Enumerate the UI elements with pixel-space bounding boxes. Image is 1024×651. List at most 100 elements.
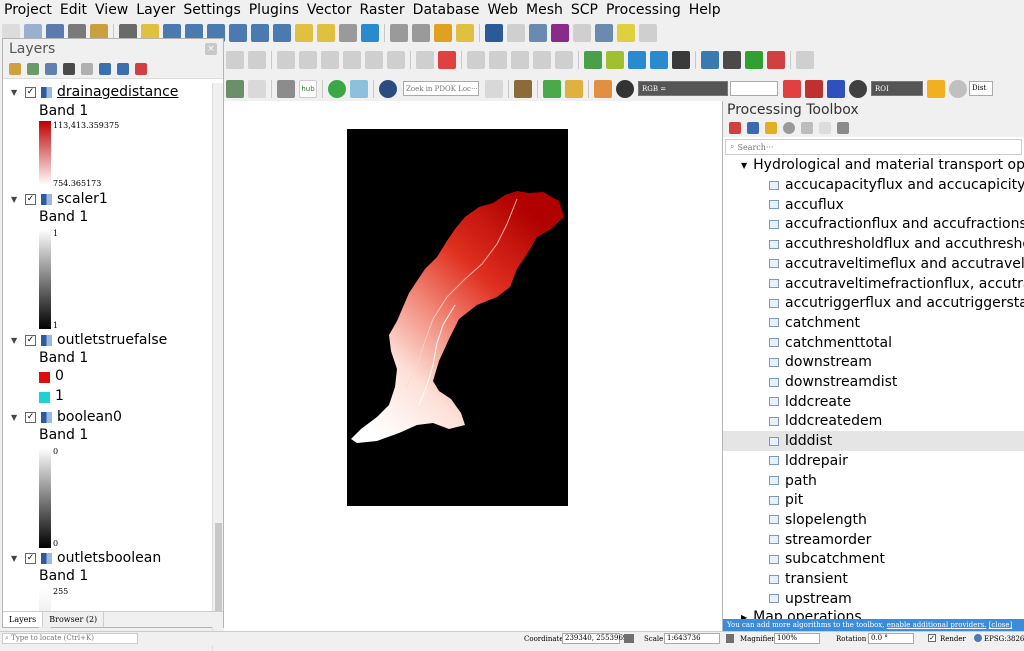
algorithm-item[interactable]: accutraveltimefractionflux, accutrave xyxy=(723,274,1024,294)
secondary-tool-5-icon[interactable] xyxy=(321,50,339,69)
algorithm-item[interactable]: ldddist xyxy=(723,431,1024,452)
algorithm-item[interactable]: accutraveltimeflux and accutraveltim xyxy=(723,254,1024,274)
algorithm-item[interactable]: catchment xyxy=(723,313,1024,333)
scripts-icon[interactable] xyxy=(747,122,759,134)
secondary-tool-20-icon[interactable] xyxy=(606,50,624,69)
dist-box[interactable]: Dist xyxy=(969,81,993,96)
algorithm-item[interactable]: upstream xyxy=(723,589,1024,609)
add-group-icon[interactable] xyxy=(27,62,39,75)
main-tool-31-icon[interactable] xyxy=(639,23,657,42)
filter-icon[interactable] xyxy=(63,62,75,75)
edit-features-icon[interactable] xyxy=(819,122,831,134)
collapse-all-icon[interactable] xyxy=(117,62,129,75)
magnifier-value[interactable]: 100% xyxy=(774,633,820,644)
coordinate-value[interactable]: 239340, 2553969 xyxy=(562,633,627,644)
algorithm-item[interactable]: accuflux xyxy=(723,195,1024,215)
notice-close-link[interactable]: [close] xyxy=(989,621,1013,629)
layer-item-outletstruefalse[interactable]: ▼ ✓ outletstruefalse xyxy=(3,331,167,349)
algorithm-item[interactable]: subcatchment xyxy=(723,549,1024,569)
algorithm-item[interactable]: accufractionflux and accufractionstat xyxy=(723,214,1024,234)
menu-mesh[interactable]: Mesh xyxy=(526,0,563,20)
algorithm-item[interactable]: lddrepair xyxy=(723,451,1024,471)
algorithm-item[interactable]: path xyxy=(723,471,1024,491)
main-tool-29-icon[interactable] xyxy=(595,23,613,42)
group-hydrological[interactable]: ▼ Hydrological and material transport op… xyxy=(741,157,1024,175)
reset-icon[interactable] xyxy=(949,79,967,98)
layer-item-scaler1[interactable]: ▼ ✓ scaler1 xyxy=(3,190,108,208)
secondary-tool-19-icon[interactable] xyxy=(584,50,602,69)
roi-magnify-icon[interactable] xyxy=(849,79,867,98)
layer-visibility-checkbox[interactable]: ✓ xyxy=(25,552,36,564)
menu-view[interactable]: View xyxy=(95,0,128,20)
menu-project[interactable]: Project xyxy=(4,0,52,20)
add-icon[interactable] xyxy=(927,79,945,98)
secondary-tool-17-icon[interactable] xyxy=(555,50,573,69)
map-raster-extent[interactable] xyxy=(347,129,568,506)
extents-icon[interactable] xyxy=(624,634,634,643)
crs-globe-icon[interactable] xyxy=(974,634,982,642)
scrollbar-thumb[interactable] xyxy=(215,523,222,623)
main-tool-30-icon[interactable] xyxy=(617,23,635,42)
render-checkbox[interactable]: ✓ xyxy=(928,634,936,642)
menu-settings[interactable]: Settings xyxy=(183,0,240,20)
secondary-tool-25-icon[interactable] xyxy=(701,50,719,69)
secondary-tool-10-icon[interactable] xyxy=(416,50,434,69)
algorithm-item[interactable]: accuthresholdflux and accuthreshold xyxy=(723,234,1024,254)
menu-vector[interactable]: Vector xyxy=(307,0,352,20)
pdok-icon[interactable] xyxy=(379,79,397,98)
close-icon[interactable]: × xyxy=(205,43,217,55)
layer-visibility-checkbox[interactable]: ✓ xyxy=(25,193,36,205)
main-tool-11-icon[interactable] xyxy=(229,23,247,42)
secondary-tool-15-icon[interactable] xyxy=(511,50,529,69)
tab-browser[interactable]: Browser (2) xyxy=(43,612,105,627)
secondary-tool-21-icon[interactable] xyxy=(628,50,646,69)
filter-expression-icon[interactable] xyxy=(81,62,93,75)
layer-visibility-checkbox[interactable]: ✓ xyxy=(25,334,36,346)
main-tool-25-icon[interactable] xyxy=(507,23,525,42)
group-map-operations[interactable]: ▶ Map operations xyxy=(741,607,862,619)
results-icon[interactable] xyxy=(801,122,813,134)
main-tool-22-icon[interactable] xyxy=(456,23,474,42)
lock-icon[interactable] xyxy=(726,634,734,643)
roi-box[interactable]: ROI xyxy=(871,81,923,96)
layer-style-icon[interactable] xyxy=(226,79,244,98)
secondary-tool-8-icon[interactable] xyxy=(387,50,405,69)
main-tool-27-icon[interactable] xyxy=(551,23,569,42)
chevron-down-icon[interactable]: ▼ xyxy=(11,195,19,204)
secondary-tool-4-icon[interactable] xyxy=(299,50,317,69)
layer-item-drainagedistance[interactable]: ▼ ✓ drainagedistance xyxy=(3,83,178,101)
main-tool-13-icon[interactable] xyxy=(273,23,291,42)
algorithm-item[interactable]: lddcreatedem xyxy=(723,411,1024,431)
menu-layer[interactable]: Layer xyxy=(136,0,175,20)
chevron-down-icon[interactable]: ▼ xyxy=(11,554,19,563)
main-tool-24-icon[interactable] xyxy=(485,23,503,42)
expand-all-icon[interactable] xyxy=(99,62,111,75)
share-icon[interactable] xyxy=(328,79,346,98)
scale-value[interactable]: 1:643736 xyxy=(664,633,720,644)
secondary-tool-16-icon[interactable] xyxy=(533,50,551,69)
menu-web[interactable]: Web xyxy=(487,0,518,20)
edit-icon[interactable] xyxy=(565,79,583,98)
secondary-tool-28-icon[interactable] xyxy=(767,50,785,69)
main-tool-28-icon[interactable] xyxy=(573,23,591,42)
secondary-tool-14-icon[interactable] xyxy=(489,50,507,69)
secondary-tool-27-icon[interactable] xyxy=(745,50,763,69)
main-tool-14-icon[interactable] xyxy=(295,23,313,42)
layers-scrollbar[interactable] xyxy=(212,83,223,651)
secondary-tool-30-icon[interactable] xyxy=(796,50,814,69)
layer-item-boolean0[interactable]: ▼ ✓ boolean0 xyxy=(3,408,122,426)
secondary-tool-23-icon[interactable] xyxy=(672,50,690,69)
main-tool-17-icon[interactable] xyxy=(361,23,379,42)
secondary-tool-3-icon[interactable] xyxy=(277,50,295,69)
menu-database[interactable]: Database xyxy=(413,0,480,20)
menu-scp[interactable]: SCP xyxy=(571,0,598,20)
rgb-select[interactable]: RGB = xyxy=(638,81,728,96)
python-icon[interactable] xyxy=(765,122,777,134)
visibility-icon[interactable] xyxy=(45,62,57,75)
arch-red-icon[interactable] xyxy=(805,79,823,98)
enable-providers-link[interactable]: enable additional providers. xyxy=(887,621,987,629)
layer-item-outletsboolean[interactable]: ▼ ✓ outletsboolean xyxy=(3,549,161,567)
algorithm-item[interactable]: downstreamdist xyxy=(723,372,1024,392)
scp-icon[interactable] xyxy=(514,79,532,98)
main-tool-16-icon[interactable] xyxy=(339,23,357,42)
